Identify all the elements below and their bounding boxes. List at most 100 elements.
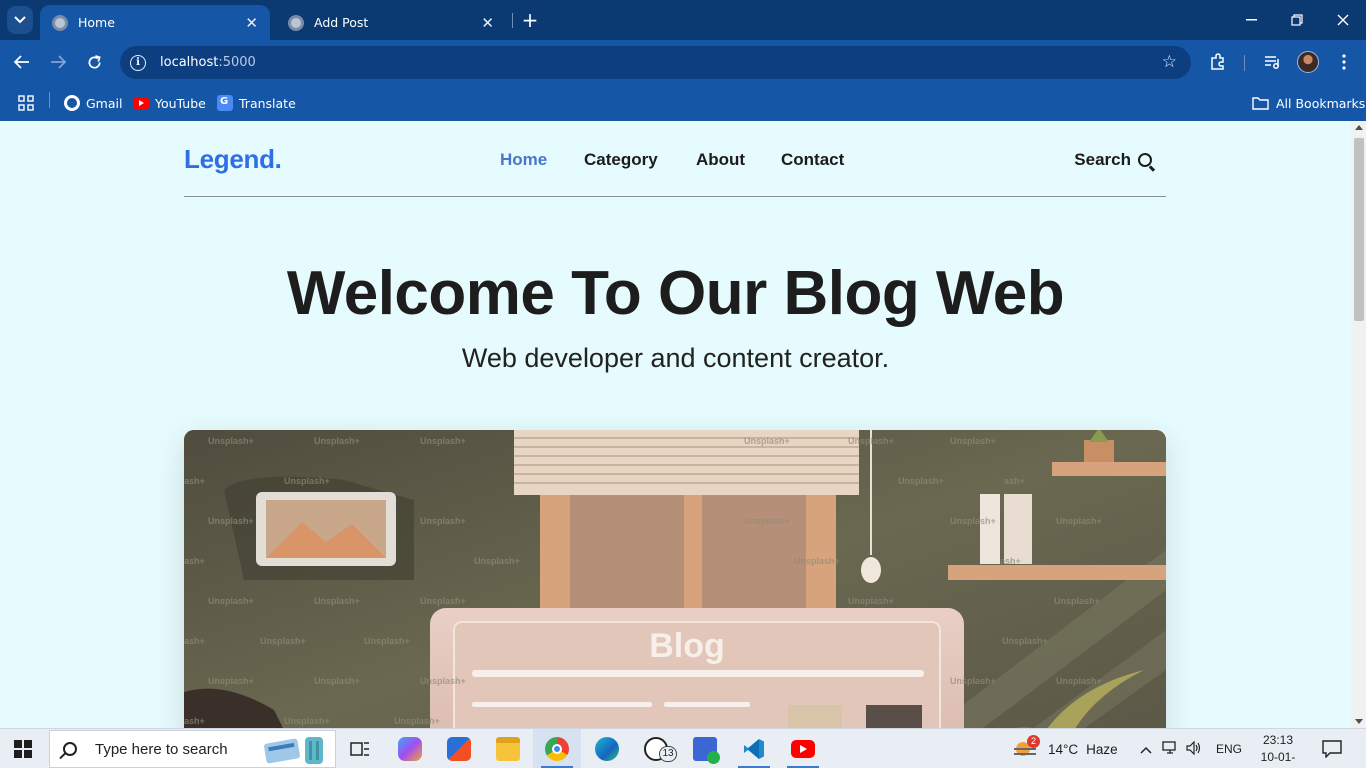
chrome-icon — [545, 737, 569, 761]
globe-icon — [52, 14, 68, 31]
toolbar-separator — [1244, 55, 1245, 71]
scroll-up-icon[interactable] — [1355, 125, 1363, 130]
apps-grid-icon — [18, 95, 34, 111]
clipchamp-app[interactable] — [681, 729, 729, 768]
clock-time: 23:13 — [1262, 733, 1294, 747]
search-icon — [1138, 153, 1152, 167]
search-icon — [63, 742, 77, 756]
browser-toolbar: i localhost:5000 ☆ — [0, 40, 1366, 85]
folder-icon — [1252, 97, 1269, 110]
nav-contact[interactable]: Contact — [781, 150, 844, 170]
network-icon[interactable] — [1162, 740, 1180, 758]
svg-text:ash+: ash+ — [184, 636, 205, 646]
svg-text:Unsplash+: Unsplash+ — [1002, 636, 1048, 646]
video-editor-icon — [693, 737, 720, 764]
hero-image: Blog Unsplash+ Unsplash+ Unsplash+ Unsplas… — [184, 430, 1166, 728]
whatsapp-app[interactable]: 13 — [632, 729, 680, 768]
clock[interactable]: 23:13 10-01-2025 — [1248, 732, 1308, 768]
taskbar-search[interactable]: Type here to search — [49, 730, 336, 768]
bookmark-translate[interactable]: G Translate — [217, 93, 296, 113]
forward-button[interactable] — [44, 48, 72, 76]
page-viewport: Legend. Home Category About Contact Sear… — [0, 121, 1351, 728]
svg-text:ash+: ash+ — [184, 716, 205, 726]
chrome-app[interactable] — [533, 729, 581, 768]
media-control-button[interactable] — [1260, 50, 1284, 74]
tab-home[interactable]: Home ✕ — [40, 5, 270, 40]
nav-about[interactable]: About — [696, 150, 745, 170]
task-view-button[interactable] — [336, 729, 384, 768]
url-text: localhost:5000 — [160, 55, 256, 70]
search-button[interactable]: Search — [1074, 150, 1152, 170]
new-tab-button[interactable]: + — [519, 8, 541, 32]
svg-text:Unsplash+: Unsplash+ — [898, 476, 944, 486]
apps-button[interactable] — [18, 93, 34, 113]
nav-category[interactable]: Category — [584, 150, 658, 170]
extensions-button[interactable] — [1206, 50, 1230, 74]
weather-widget[interactable]: 2 14°C Haze — [1014, 729, 1118, 768]
tab-add-post[interactable]: Add Post ✕ — [276, 5, 506, 40]
profile-avatar[interactable] — [1297, 51, 1319, 73]
svg-text:Unsplash+: Unsplash+ — [394, 716, 440, 726]
youtube-icon — [133, 97, 149, 109]
all-bookmarks-label: All Bookmarks — [1276, 95, 1366, 111]
svg-text:ash+: ash+ — [184, 476, 205, 486]
close-window-button[interactable] — [1320, 0, 1366, 40]
browser-tabstrip: Home ✕ Add Post ✕ + — [0, 0, 1366, 40]
arrow-right-icon — [51, 55, 66, 69]
blog-card-title: Blog — [649, 627, 725, 665]
reload-button[interactable] — [80, 48, 108, 76]
restore-button[interactable] — [1274, 0, 1320, 40]
minimize-button[interactable] — [1228, 0, 1274, 40]
back-button[interactable] — [8, 48, 36, 76]
svg-text:ash+: ash+ — [1000, 556, 1021, 566]
scroll-down-icon[interactable] — [1355, 719, 1363, 724]
file-explorer-app[interactable] — [484, 729, 532, 768]
language-indicator[interactable]: ENG — [1216, 742, 1242, 756]
weather-condition: Haze — [1086, 741, 1118, 757]
page-scrollbar[interactable] — [1351, 121, 1366, 728]
search-highlight-icon — [263, 737, 323, 764]
address-bar[interactable]: i localhost:5000 ☆ — [120, 46, 1191, 79]
youtube-app[interactable] — [779, 729, 827, 768]
all-bookmarks-button[interactable]: All Bookmarks — [1252, 93, 1365, 113]
svg-text:Unsplash+: Unsplash+ — [744, 516, 790, 526]
svg-text:Unsplash+: Unsplash+ — [284, 476, 330, 486]
close-icon[interactable]: ✕ — [245, 14, 258, 32]
bookmark-label: Translate — [239, 95, 296, 111]
tab-title: Add Post — [314, 15, 369, 30]
url-host: localhost — [160, 55, 219, 70]
info-icon[interactable]: i — [130, 54, 146, 71]
svg-text:Unsplash+: Unsplash+ — [848, 436, 894, 446]
nav-home[interactable]: Home — [500, 150, 547, 170]
site-logo[interactable]: Legend. — [184, 144, 282, 175]
bookmark-label: YouTube — [155, 95, 206, 111]
notifications-button[interactable] — [1322, 729, 1342, 768]
bookmarks-bar: Gmail YouTube G Translate All Bookmarks — [0, 85, 1366, 121]
tab-separator — [512, 13, 513, 28]
close-icon[interactable]: ✕ — [481, 14, 494, 32]
youtube-icon — [791, 740, 815, 758]
windows-start-button[interactable] — [14, 740, 32, 758]
edge-app[interactable] — [583, 729, 631, 768]
chevron-up-icon[interactable] — [1140, 742, 1154, 757]
copilot-app[interactable] — [386, 729, 434, 768]
browser-menu-button[interactable] — [1332, 50, 1356, 74]
bookmark-separator — [49, 92, 50, 108]
svg-text:Unsplash+: Unsplash+ — [1054, 596, 1100, 606]
scroll-thumb[interactable] — [1354, 138, 1364, 321]
svg-text:Unsplash+: Unsplash+ — [848, 596, 894, 606]
bookmark-star-icon[interactable]: ☆ — [1162, 52, 1177, 72]
globe-icon — [288, 14, 304, 31]
store-icon — [447, 737, 471, 761]
store-app[interactable] — [435, 729, 483, 768]
svg-text:Unsplash+: Unsplash+ — [208, 516, 254, 526]
bookmark-gmail[interactable]: Gmail — [64, 93, 122, 113]
reload-icon — [88, 54, 101, 68]
svg-text:Unsplash+: Unsplash+ — [794, 556, 840, 566]
volume-icon[interactable] — [1186, 740, 1204, 758]
close-icon — [1337, 14, 1349, 26]
vscode-app[interactable] — [730, 729, 778, 768]
bookmark-youtube[interactable]: YouTube — [133, 93, 206, 113]
tab-search-button[interactable] — [7, 6, 33, 34]
svg-text:Unsplash+: Unsplash+ — [260, 636, 306, 646]
